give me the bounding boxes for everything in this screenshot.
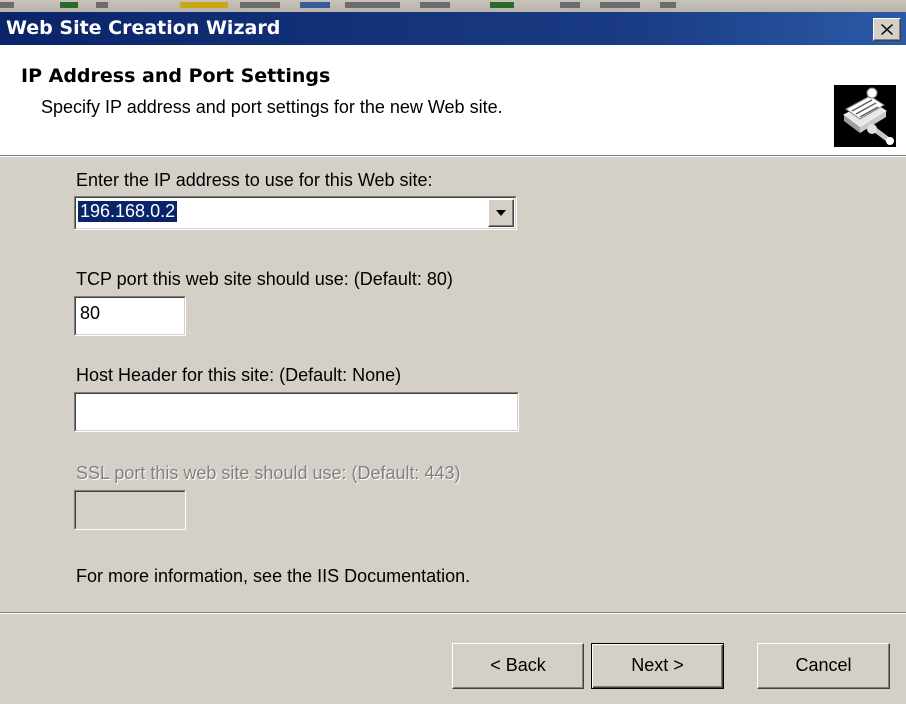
page-title: IP Address and Port Settings [21,65,331,87]
title-bar[interactable]: Web Site Creation Wizard [0,12,906,45]
window-title: Web Site Creation Wizard [6,17,281,39]
tcp-port-value: 80 [80,303,101,323]
ip-address-combobox[interactable]: 196.168.0.2 [74,196,517,230]
page-subtitle: Specify IP address and port settings for… [41,97,503,117]
wizard-header: IP Address and Port Settings Specify IP … [0,45,906,155]
next-button[interactable]: Next > [591,643,724,689]
tcp-port-field[interactable]: 80 [74,296,186,336]
dropdown-button[interactable] [488,199,514,227]
tcp-port-label: TCP port this web site should use: (Defa… [76,269,453,289]
ip-address-value: 196.168.0.2 [78,201,178,222]
ip-address-label: Enter the IP address to use for this Web… [76,170,433,190]
chevron-down-icon [496,210,506,216]
background-toolbar-strip [0,0,906,12]
info-text: For more information, see the IIS Docume… [76,566,471,586]
close-icon [881,24,893,35]
back-button[interactable]: < Back [452,643,584,689]
ssl-port-label: SSL port this web site should use: (Defa… [76,463,461,483]
host-header-label: Host Header for this site: (Default: Non… [76,365,402,385]
close-button[interactable] [873,18,901,41]
header-separator [0,155,906,157]
ssl-port-field [74,490,186,530]
cancel-button[interactable]: Cancel [757,643,890,689]
host-header-field[interactable] [74,392,519,432]
footer-separator [0,612,906,614]
wizard-book-icon [834,85,896,147]
